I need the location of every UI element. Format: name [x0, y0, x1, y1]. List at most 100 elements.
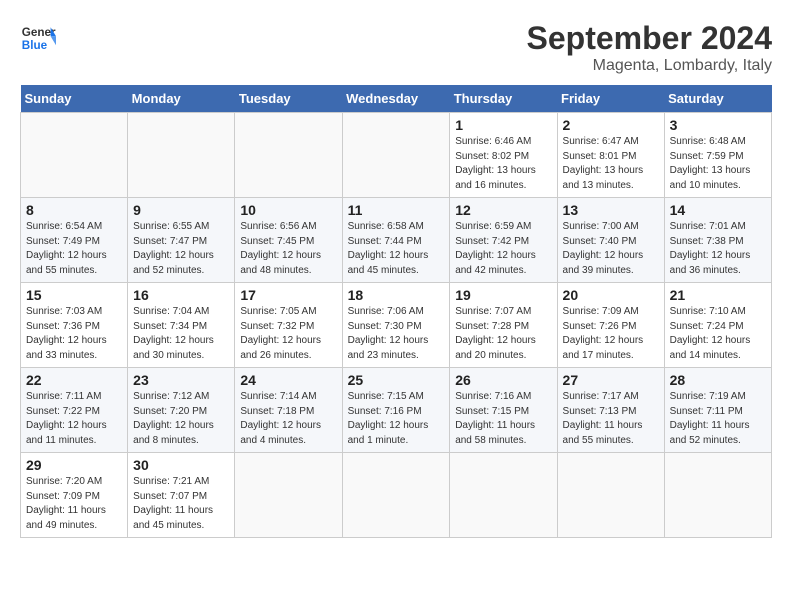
day-number: 14: [670, 202, 766, 218]
calendar-day-cell: 20 Sunrise: 7:09 AMSunset: 7:26 PMDayligh…: [557, 283, 664, 368]
day-info: Sunrise: 7:09 AMSunset: 7:26 PMDaylight:…: [563, 305, 659, 363]
day-number: 29: [26, 457, 122, 473]
calendar-body: 1 Sunrise: 6:46 AMSunset: 8:02 PMDaylight…: [21, 113, 772, 538]
day-number: 30: [133, 457, 229, 473]
svg-text:Blue: Blue: [22, 39, 48, 52]
day-number: 2: [563, 117, 659, 133]
day-number: 27: [563, 372, 659, 388]
day-number: 24: [240, 372, 336, 388]
calendar-day-cell: 13 Sunrise: 7:00 AMSunset: 7:40 PMDayligh…: [557, 198, 664, 283]
calendar-table: SundayMondayTuesdayWednesdayThursdayFrid…: [20, 85, 772, 538]
calendar-day-cell: 21Sunrise: 7:10 AMSunset: 7:24 PMDayligh…: [664, 283, 771, 368]
calendar-day-cell: 2 Sunrise: 6:47 AMSunset: 8:01 PMDaylight…: [557, 113, 664, 198]
day-number: 8: [26, 202, 122, 218]
calendar-day-cell: 19 Sunrise: 7:07 AMSunset: 7:28 PMDayligh…: [450, 283, 557, 368]
calendar-day-cell: [342, 113, 450, 198]
calendar-day-cell: [235, 453, 342, 538]
calendar-day-cell: 28 Sunrise: 7:19 AMSunset: 7:11 PMDayligh…: [664, 368, 771, 453]
day-number: 18: [348, 287, 445, 303]
calendar-week-row: 1 Sunrise: 6:46 AMSunset: 8:02 PMDaylight…: [21, 113, 772, 198]
calendar-day-cell: 24 Sunrise: 7:14 AMSunset: 7:18 PMDayligh…: [235, 368, 342, 453]
calendar-day-cell: 14 Sunrise: 7:01 AMSunset: 7:38 PMDayligh…: [664, 198, 771, 283]
calendar-week-row: 15 Sunrise: 7:03 AMSunset: 7:36 PMDayligh…: [21, 283, 772, 368]
day-info: Sunrise: 6:56 AMSunset: 7:45 PMDaylight:…: [240, 220, 336, 278]
location-title: Magenta, Lombardy, Italy: [527, 57, 772, 75]
calendar-day-cell: 26 Sunrise: 7:16 AMSunset: 7:15 PMDayligh…: [450, 368, 557, 453]
day-info: Sunrise: 7:21 AMSunset: 7:07 PMDaylight:…: [133, 475, 229, 533]
logo-icon: General Blue: [20, 20, 56, 56]
calendar-day-cell: 12 Sunrise: 6:59 AMSunset: 7:42 PMDayligh…: [450, 198, 557, 283]
day-info: Sunrise: 7:16 AMSunset: 7:15 PMDaylight:…: [455, 390, 551, 448]
day-number: 9: [133, 202, 229, 218]
calendar-day-cell: 3Sunrise: 6:48 AMSunset: 7:59 PMDaylight…: [664, 113, 771, 198]
day-info: Sunrise: 7:20 AMSunset: 7:09 PMDaylight:…: [26, 475, 122, 533]
day-number: 20: [563, 287, 659, 303]
day-number: 17: [240, 287, 336, 303]
day-info: Sunrise: 7:07 AMSunset: 7:28 PMDaylight:…: [455, 305, 551, 363]
calendar-day-cell: 8 Sunrise: 6:54 AMSunset: 7:49 PMDaylight…: [21, 198, 128, 283]
weekday-header-cell: Sunday: [21, 85, 128, 113]
day-number: 12: [455, 202, 551, 218]
calendar-day-cell: [128, 113, 235, 198]
day-number: 3: [670, 117, 766, 133]
day-info: Sunrise: 7:03 AMSunset: 7:36 PMDaylight:…: [26, 305, 122, 363]
day-info: Sunrise: 6:58 AMSunset: 7:44 PMDaylight:…: [348, 220, 445, 278]
day-number: 23: [133, 372, 229, 388]
calendar-day-cell: 16 Sunrise: 7:04 AMSunset: 7:34 PMDayligh…: [128, 283, 235, 368]
calendar-day-cell: 10 Sunrise: 6:56 AMSunset: 7:45 PMDayligh…: [235, 198, 342, 283]
day-number: 26: [455, 372, 551, 388]
weekday-header-row: SundayMondayTuesdayWednesdayThursdayFrid…: [21, 85, 772, 113]
calendar-day-cell: 9 Sunrise: 6:55 AMSunset: 7:47 PMDaylight…: [128, 198, 235, 283]
calendar-week-row: 22 Sunrise: 7:11 AMSunset: 7:22 PMDayligh…: [21, 368, 772, 453]
calendar-day-cell: 29 Sunrise: 7:20 AMSunset: 7:09 PMDayligh…: [21, 453, 128, 538]
day-info: Sunrise: 6:55 AMSunset: 7:47 PMDaylight:…: [133, 220, 229, 278]
day-info: Sunrise: 6:46 AMSunset: 8:02 PMDaylight:…: [455, 135, 551, 193]
day-number: 11: [348, 202, 445, 218]
day-info: Sunrise: 7:11 AMSunset: 7:22 PMDaylight:…: [26, 390, 122, 448]
calendar-day-cell: [450, 453, 557, 538]
weekday-header-cell: Wednesday: [342, 85, 450, 113]
calendar-day-cell: 11 Sunrise: 6:58 AMSunset: 7:44 PMDayligh…: [342, 198, 450, 283]
calendar-day-cell: 27 Sunrise: 7:17 AMSunset: 7:13 PMDayligh…: [557, 368, 664, 453]
calendar-day-cell: 15 Sunrise: 7:03 AMSunset: 7:36 PMDayligh…: [21, 283, 128, 368]
day-info: Sunrise: 7:17 AMSunset: 7:13 PMDaylight:…: [563, 390, 659, 448]
page-header: General Blue September 2024 Magenta, Lom…: [20, 20, 772, 75]
day-number: 13: [563, 202, 659, 218]
day-info: Sunrise: 7:01 AMSunset: 7:38 PMDaylight:…: [670, 220, 766, 278]
weekday-header-cell: Thursday: [450, 85, 557, 113]
day-info: Sunrise: 7:19 AMSunset: 7:11 PMDaylight:…: [670, 390, 766, 448]
logo: General Blue: [20, 20, 56, 56]
day-number: 15: [26, 287, 122, 303]
calendar-week-row: 29 Sunrise: 7:20 AMSunset: 7:09 PMDayligh…: [21, 453, 772, 538]
day-number: 10: [240, 202, 336, 218]
day-info: Sunrise: 6:47 AMSunset: 8:01 PMDaylight:…: [563, 135, 659, 193]
calendar-day-cell: 22 Sunrise: 7:11 AMSunset: 7:22 PMDayligh…: [21, 368, 128, 453]
day-info: Sunrise: 7:14 AMSunset: 7:18 PMDaylight:…: [240, 390, 336, 448]
day-info: Sunrise: 6:59 AMSunset: 7:42 PMDaylight:…: [455, 220, 551, 278]
weekday-header-cell: Saturday: [664, 85, 771, 113]
day-info: Sunrise: 7:05 AMSunset: 7:32 PMDaylight:…: [240, 305, 336, 363]
day-number: 22: [26, 372, 122, 388]
calendar-day-cell: [664, 453, 771, 538]
day-info: Sunrise: 7:04 AMSunset: 7:34 PMDaylight:…: [133, 305, 229, 363]
day-number: 25: [348, 372, 445, 388]
day-number: 28: [670, 372, 766, 388]
calendar-day-cell: [557, 453, 664, 538]
day-info: Sunrise: 6:54 AMSunset: 7:49 PMDaylight:…: [26, 220, 122, 278]
day-info: Sunrise: 7:12 AMSunset: 7:20 PMDaylight:…: [133, 390, 229, 448]
calendar-day-cell: 18Sunrise: 7:06 AMSunset: 7:30 PMDayligh…: [342, 283, 450, 368]
calendar-day-cell: 23 Sunrise: 7:12 AMSunset: 7:20 PMDayligh…: [128, 368, 235, 453]
calendar-week-row: 8 Sunrise: 6:54 AMSunset: 7:49 PMDaylight…: [21, 198, 772, 283]
day-info: Sunrise: 7:00 AMSunset: 7:40 PMDaylight:…: [563, 220, 659, 278]
day-info: Sunrise: 7:15 AMSunset: 7:16 PMDaylight:…: [348, 390, 445, 448]
day-number: 19: [455, 287, 551, 303]
weekday-header-cell: Friday: [557, 85, 664, 113]
calendar-day-cell: [21, 113, 128, 198]
day-number: 16: [133, 287, 229, 303]
title-area: September 2024 Magenta, Lombardy, Italy: [527, 20, 772, 75]
calendar-day-cell: 1 Sunrise: 6:46 AMSunset: 8:02 PMDaylight…: [450, 113, 557, 198]
day-number: 1: [455, 117, 551, 133]
month-title: September 2024: [527, 20, 772, 57]
calendar-day-cell: [235, 113, 342, 198]
calendar-day-cell: [342, 453, 450, 538]
